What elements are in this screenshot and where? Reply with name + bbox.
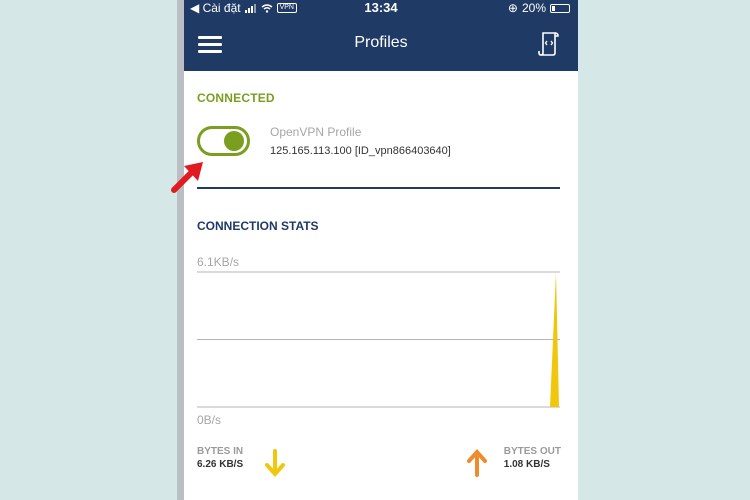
profile-address: 125.165.113.100 [ID_vpn866403640] <box>270 145 451 157</box>
battery-icon <box>550 3 570 13</box>
connection-toggle[interactable] <box>197 126 250 156</box>
bytes-out-block: BYTES OUT 1.08 KB/S <box>504 446 561 470</box>
document-import-icon[interactable] <box>538 31 560 57</box>
battery-level <box>552 5 555 11</box>
orientation-lock-icon: ⊕ <box>507 1 518 15</box>
connection-status-label: CONNECTED <box>197 91 275 105</box>
profile-divider <box>197 187 560 189</box>
status-right: ⊕ 20% <box>508 1 570 15</box>
bytes-out-value: 1.08 KB/S <box>503 459 550 470</box>
download-arrow-icon <box>265 449 285 477</box>
bytes-in-block: BYTES IN 6.26 KB/S <box>197 446 243 470</box>
traffic-chart <box>197 271 560 408</box>
toggle-knob <box>224 131 244 151</box>
bytes-in-value: 6.26 KB/S <box>197 459 244 470</box>
phone-screen: ◀ Cài đặt VPN 13:34 ⊕ 20% Profiles CONNE… <box>184 0 578 500</box>
profile-name: OpenVPN Profile <box>270 125 362 139</box>
red-pointer-arrow-icon <box>171 162 203 193</box>
upload-arrow-icon <box>467 449 487 477</box>
page-title: Profiles <box>354 34 408 51</box>
bytes-in-label: BYTES IN <box>197 446 244 457</box>
left-shade <box>177 0 184 500</box>
status-bar: ◀ Cài đặt VPN 13:34 ⊕ 20% <box>184 0 578 16</box>
bytes-out-label: BYTES OUT <box>503 446 561 457</box>
battery-percent: 20% <box>521 1 546 15</box>
nav-bar: Profiles <box>184 16 578 71</box>
y-axis-min-label: 0B/s <box>197 413 222 427</box>
connection-stats-heading: CONNECTION STATS <box>197 219 319 233</box>
y-axis-max-label: 6.1KB/s <box>197 255 240 269</box>
